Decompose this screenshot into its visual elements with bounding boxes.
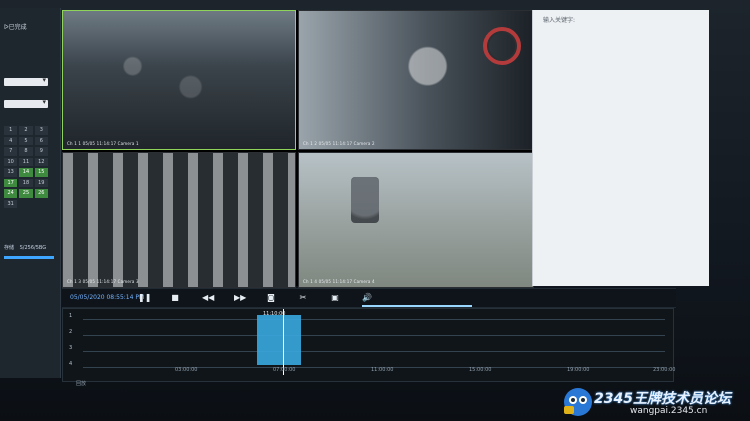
calendar-day[interactable]: 15 — [34, 168, 48, 177]
camera-icon[interactable]: ◙ — [266, 293, 276, 303]
time-tick: 23:00:00 — [653, 367, 676, 373]
timeline-row — [83, 351, 665, 352]
calendar-day[interactable]: 3 — [34, 126, 48, 135]
calendar-day[interactable]: 31 — [4, 199, 18, 208]
panel-title: ᐅ已完成 — [4, 24, 27, 31]
timeline-row-label: 4 — [69, 361, 73, 367]
time-tick: 15:00:00 — [469, 367, 492, 373]
calendar-day[interactable]: 1 — [4, 126, 18, 135]
calendar-day[interactable]: 25 — [19, 189, 33, 198]
calendar-day[interactable]: 10 — [4, 157, 18, 166]
calendar-day[interactable]: 18 — [19, 178, 33, 187]
steering-wheel — [483, 27, 521, 65]
timeline-row-label: 1 — [69, 313, 73, 319]
playback-tag: 回放 — [76, 381, 87, 387]
calendar-day[interactable]: 8 — [19, 147, 33, 156]
time-tick: 11:00:00 — [371, 367, 394, 373]
time-tick: 19:00:00 — [567, 367, 590, 373]
time-tick: 07:00:00 — [273, 367, 296, 373]
tile-caption: Ch 1 4 05/05 11:14:17 Camera 4 — [303, 279, 375, 284]
storage-bar — [4, 256, 54, 259]
keyword-placeholder: 输入关键字: — [543, 17, 576, 24]
timeline-row — [83, 319, 665, 320]
left-control-panel: ᐅ已完成 12345678910111213141517181924252631… — [0, 8, 61, 378]
video-grid: Ch 1 1 05/05 11:14:17 Camera 1 Ch 1 2 05… — [62, 10, 534, 288]
right-info-panel: 输入关键字: — [532, 10, 709, 286]
calendar-day[interactable]: 11 — [19, 157, 33, 166]
calendar-day[interactable]: 19 — [34, 178, 48, 187]
calendar-day[interactable]: 24 — [4, 189, 18, 198]
rewind-icon[interactable]: ◀◀ — [202, 293, 214, 303]
storage-label: 存储 S/256/5BG — [4, 245, 47, 251]
video-tile-4[interactable]: Ch 1 4 05/05 11:14:17 Camera 4 — [298, 152, 534, 288]
timeline-row — [83, 335, 665, 336]
calendar: 1 2 3 4 5 6 7 8 9 10 11 12 13 14 15 17 18 19 24 25 26 31 — [4, 126, 48, 208]
calendar-day[interactable]: 5 — [19, 136, 33, 145]
calendar-day[interactable]: 9 — [34, 147, 48, 156]
playback-progress[interactable] — [362, 305, 472, 307]
video-tile-1[interactable]: Ch 1 1 05/05 11:14:17 Camera 1 — [62, 10, 296, 150]
obstruction — [351, 177, 379, 223]
calendar-day[interactable]: 4 — [4, 136, 18, 145]
logo-mark-icon — [564, 388, 592, 416]
calendar-day[interactable]: 2 — [19, 126, 33, 135]
fast-forward-icon[interactable]: ▶▶ — [234, 293, 246, 303]
channel-select[interactable] — [4, 98, 48, 108]
calendar-day[interactable]: 12 — [34, 157, 48, 166]
calendar-day[interactable]: 14 — [19, 168, 33, 177]
volume-icon[interactable]: 🔊 — [362, 293, 372, 303]
video-scene-street — [299, 153, 533, 287]
time-readout: 05/05/2020 08:55:14 PM — [70, 294, 145, 301]
calendar-day[interactable]: 6 — [34, 136, 48, 145]
calendar-day[interactable]: 7 — [4, 147, 18, 156]
video-tile-3[interactable]: Ch 1 3 05/05 11:14:17 Camera 3 — [62, 152, 296, 288]
device-select[interactable] — [4, 76, 48, 86]
calendar-day[interactable]: 17 — [4, 178, 18, 187]
logo-url: wangpai.2345.cn — [630, 406, 708, 416]
logo-text: 2345王牌技术员论坛 — [594, 391, 731, 407]
cut-icon[interactable]: ✂ — [298, 293, 308, 303]
time-tick: 03:00:00 — [175, 367, 198, 373]
watermark-logo: 2345王牌技术员论坛 wangpai.2345.cn — [560, 384, 750, 420]
playhead[interactable] — [283, 309, 284, 375]
playback-controls: 05/05/2020 08:55:14 PM ❚❚ ■ ◀◀ ▶▶ ◙ ✂ ▣ … — [62, 288, 676, 308]
calendar-day[interactable]: 13 — [4, 168, 18, 177]
record-icon[interactable]: ▣ — [330, 293, 340, 303]
timeline-row-label: 2 — [69, 329, 73, 335]
timeline[interactable]: 1 2 3 4 11:10:00 03:00:00 07:00:00 11:00… — [62, 308, 676, 382]
recording-clip[interactable] — [257, 315, 301, 365]
tile-caption: Ch 1 2 05/05 11:14:17 Camera 2 — [303, 141, 375, 146]
video-scene-bus-interior — [63, 11, 295, 149]
tile-caption: Ch 1 3 05/05 11:14:17 Camera 3 — [67, 279, 139, 284]
calendar-day[interactable]: 26 — [34, 189, 48, 198]
timeline-row-label: 3 — [69, 345, 73, 351]
video-scene-door — [63, 153, 295, 287]
tile-caption: Ch 1 1 05/05 11:14:17 Camera 1 — [67, 141, 139, 146]
pause-icon[interactable]: ❚❚ — [138, 293, 151, 303]
stop-icon[interactable]: ■ — [170, 293, 180, 303]
video-tile-2[interactable]: Ch 1 2 05/05 11:14:17 Camera 2 — [298, 10, 534, 150]
